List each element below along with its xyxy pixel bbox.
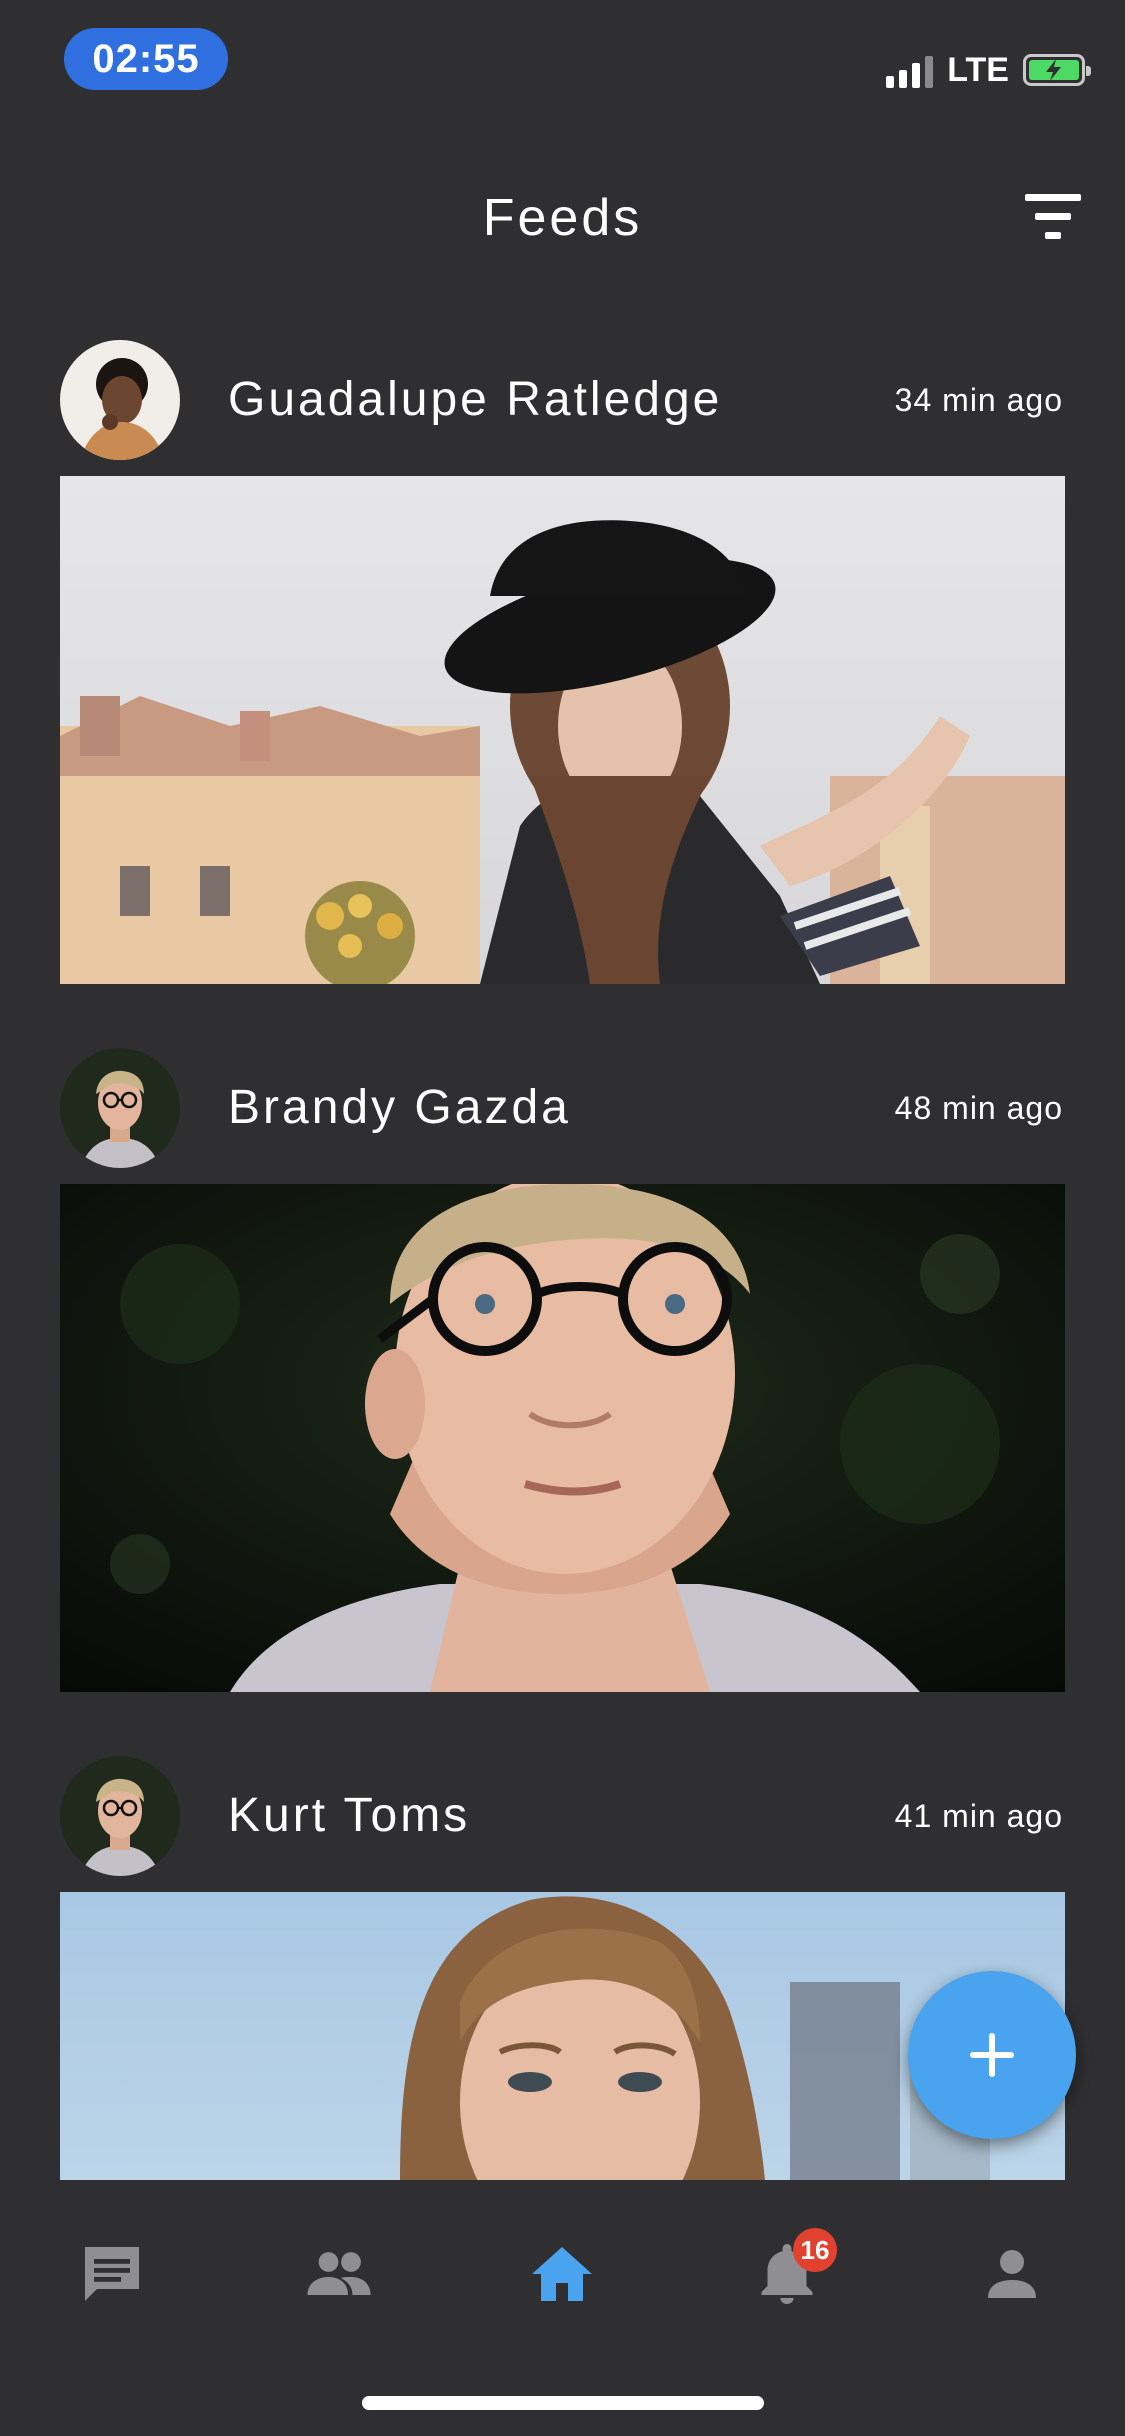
- feed-post[interactable]: Kurt Toms 41 min ago: [60, 1746, 1065, 2180]
- post-author[interactable]: Guadalupe Ratledge: [228, 372, 722, 427]
- post-author[interactable]: Kurt Toms: [228, 1788, 470, 1843]
- avatar[interactable]: [60, 1048, 180, 1168]
- post-timestamp: 34 min ago: [894, 382, 1063, 418]
- post-timestamp: 48 min ago: [894, 1090, 1063, 1126]
- people-icon: [307, 2252, 371, 2295]
- home-indicator[interactable]: [362, 2396, 764, 2410]
- post-author[interactable]: Brandy Gazda: [228, 1080, 571, 1135]
- home-icon: [532, 2247, 592, 2301]
- network-label: LTE: [947, 50, 1009, 89]
- post-header: Guadalupe Ratledge 34 min ago: [60, 330, 1065, 470]
- nav-item-chat[interactable]: [52, 2238, 172, 2348]
- nav-item-home[interactable]: [502, 2238, 622, 2348]
- post-image[interactable]: [60, 476, 1065, 984]
- nav-item-notifications[interactable]: 16: [727, 2228, 847, 2348]
- page-title: Feeds: [482, 189, 643, 247]
- post-header: Brandy Gazda 48 min ago: [60, 1038, 1065, 1178]
- nav-item-people[interactable]: [277, 2238, 397, 2348]
- post-header: Kurt Toms 41 min ago: [60, 1746, 1065, 1886]
- app-header: Feeds: [0, 170, 1125, 270]
- chat-icon: [85, 2247, 139, 2301]
- status-time: 02:55: [64, 28, 228, 90]
- nav-item-profile[interactable]: [952, 2238, 1072, 2348]
- add-post-button[interactable]: [908, 1971, 1076, 2139]
- person-icon: [988, 2250, 1036, 2298]
- status-icons: LTE: [886, 48, 1091, 92]
- battery-charging-icon: [1023, 54, 1091, 86]
- post-timestamp: 41 min ago: [894, 1798, 1063, 1834]
- post-image[interactable]: [60, 1184, 1065, 1692]
- avatar[interactable]: [60, 1756, 180, 1876]
- avatar[interactable]: [60, 340, 180, 460]
- feed-post[interactable]: Guadalupe Ratledge 34 min ago: [60, 330, 1065, 984]
- filter-icon[interactable]: [1025, 194, 1081, 240]
- notification-badge: 16: [793, 2228, 837, 2272]
- signal-bars-icon: [886, 52, 934, 88]
- status-bar: 02:55 LTE: [0, 0, 1125, 120]
- feed-post[interactable]: Brandy Gazda 48 min ago: [60, 1038, 1065, 1692]
